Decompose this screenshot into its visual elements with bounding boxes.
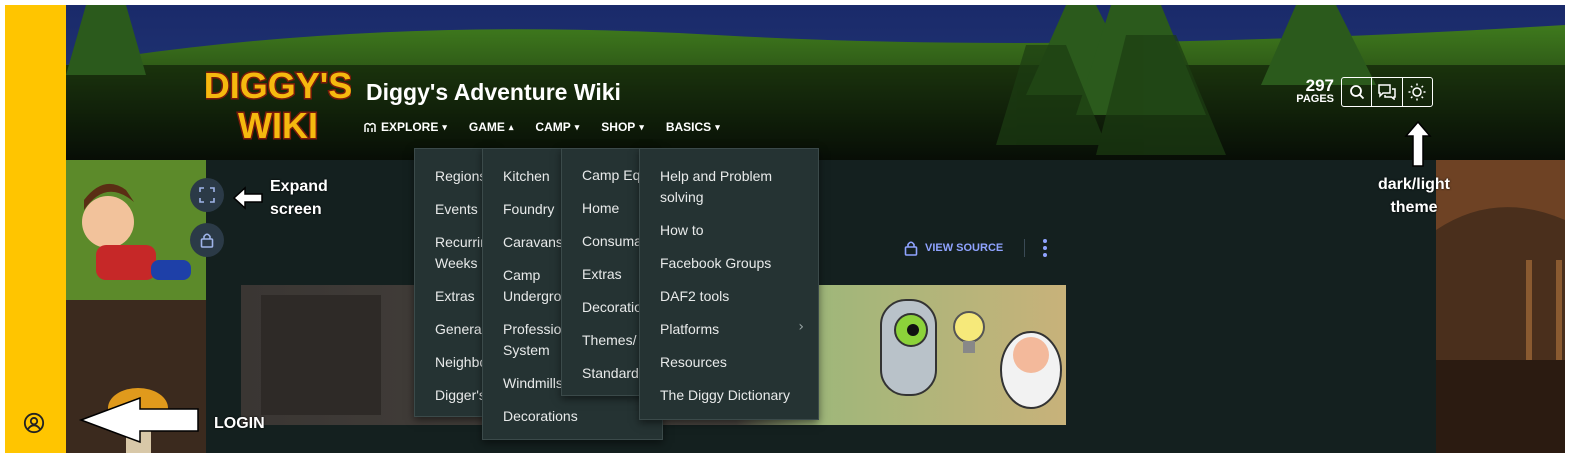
nav-game[interactable]: GAME ▴ — [469, 120, 514, 134]
menu-item-caravans[interactable]: Caravans — [503, 232, 563, 253]
pages-label: PAGES — [1296, 93, 1334, 105]
chevron-right-icon: › — [798, 319, 804, 335]
theme-toggle-icon — [1408, 83, 1426, 101]
protection-button[interactable] — [190, 223, 224, 257]
expand-screen-annotation: Expand screen — [270, 175, 328, 221]
menu-item-general[interactable]: General — [435, 319, 485, 340]
menu-item-windmills[interactable]: Windmills — [503, 373, 563, 394]
menu-item-camp-underground[interactable]: Camp — [503, 265, 540, 286]
theme-toggle-button[interactable] — [1403, 78, 1432, 106]
expand-screen-button[interactable] — [190, 178, 224, 212]
theme-note-line2: theme — [1390, 199, 1438, 216]
nav-label: BASICS — [665, 120, 712, 134]
header-tools — [1341, 77, 1433, 107]
login-annotation: LOGIN — [214, 415, 265, 432]
menu-item-platforms[interactable]: Platforms — [660, 319, 719, 340]
left-sidebar — [5, 5, 66, 453]
lock-icon — [904, 241, 918, 256]
svg-text:DIGGY'S: DIGGY'S — [206, 65, 351, 106]
top-navigation: EXPLORE ▾ GAME ▴ CAMP ▾ SHOP ▾ BASICS ▾ — [364, 120, 742, 134]
menu-item-themes[interactable]: Themes/ — [582, 330, 636, 351]
page-scene: DIGGY'S WIKI Diggy's Adventure Wiki EXPL… — [66, 5, 1565, 453]
menu-item-professions-system[interactable]: System — [503, 340, 550, 361]
expand-arrow-annotation — [232, 186, 263, 210]
menu-item-help-and-problem-solving[interactable]: solving — [660, 187, 704, 208]
menu-item-regions[interactable]: Regions — [435, 166, 486, 187]
nav-label: GAME — [468, 120, 505, 134]
chevron-down-icon: ▾ — [574, 121, 580, 132]
menu-item-diggy-dictionary[interactable]: The Diggy Dictionary — [660, 385, 790, 406]
menu-item-how-to[interactable]: How to — [660, 220, 704, 241]
menu-item-resources[interactable]: Resources — [660, 352, 727, 373]
nav-label: EXPLORE — [381, 120, 439, 134]
theme-note-line1: dark/light — [1378, 176, 1451, 193]
wiki-title[interactable]: Diggy's Adventure Wiki — [366, 79, 621, 106]
expand-icon — [199, 187, 215, 203]
nav-label: SHOP — [601, 120, 636, 134]
search-button[interactable] — [1342, 78, 1373, 106]
theme-arrow-annotation — [1404, 120, 1432, 167]
discussions-button[interactable] — [1372, 78, 1403, 106]
explore-icon — [364, 122, 376, 132]
user-login-icon[interactable] — [23, 412, 45, 434]
menu-item-help-and-problem[interactable]: Help and Problem — [660, 166, 772, 187]
discussions-icon — [1378, 84, 1396, 100]
expand-note-line1: Expand — [270, 178, 328, 195]
menu-item-foundry[interactable]: Foundry — [503, 199, 554, 220]
expand-note-line2: screen — [270, 201, 322, 218]
action-divider — [1024, 239, 1025, 257]
chevron-down-icon: ▾ — [639, 121, 644, 132]
chevron-up-icon: ▴ — [508, 121, 514, 132]
view-source-button[interactable]: VIEW SOURCE — [904, 240, 1003, 256]
menu-item-kitchen[interactable]: Kitchen — [503, 166, 550, 187]
menu-item-diggers[interactable]: Digger's — [435, 385, 486, 406]
chevron-down-icon: ▾ — [442, 121, 447, 132]
nav-camp[interactable]: CAMP ▾ — [535, 120, 579, 134]
wiki-frame: DIGGY'S WIKI Diggy's Adventure Wiki EXPL… — [5, 5, 1565, 453]
menu-item-standard[interactable]: Standard — [582, 363, 639, 384]
menu-item-extras[interactable]: Extras — [435, 286, 475, 307]
menu-item-camp-extras[interactable]: Extras — [582, 264, 622, 285]
menu-item-recurring-weeks[interactable]: Weeks — [435, 253, 478, 274]
chevron-down-icon: ▾ — [715, 121, 720, 132]
pages-number: 297 — [1305, 76, 1334, 95]
right-side-artwork — [1436, 160, 1565, 453]
nav-label: CAMP — [535, 120, 571, 134]
menu-item-events[interactable]: Events — [435, 199, 478, 220]
menu-item-decorations[interactable]: Decorations — [503, 406, 578, 427]
nav-basics[interactable]: BASICS ▾ — [666, 120, 720, 134]
nav-shop[interactable]: SHOP ▾ — [601, 120, 644, 134]
lock-icon — [200, 233, 214, 248]
search-icon — [1349, 85, 1364, 100]
nav-explore[interactable]: EXPLORE ▾ — [364, 120, 447, 134]
menu-item-daf2-tools[interactable]: DAF2 tools — [660, 286, 729, 307]
pages-count: 297 PAGES — [1288, 77, 1334, 105]
menu-item-facebook-groups[interactable]: Facebook Groups — [660, 253, 771, 274]
svg-text:WIKI: WIKI — [238, 105, 318, 145]
more-actions-icon[interactable] — [1038, 237, 1052, 259]
wiki-logo[interactable]: DIGGY'S WIKI — [206, 60, 351, 146]
theme-annotation: dark/light theme — [1378, 173, 1450, 219]
menu-item-home[interactable]: Home — [582, 198, 619, 219]
basics-dropdown: Help and Problem solving How to Facebook… — [639, 148, 819, 420]
view-source-label: VIEW SOURCE — [925, 242, 1004, 254]
login-arrow-annotation — [78, 396, 199, 444]
